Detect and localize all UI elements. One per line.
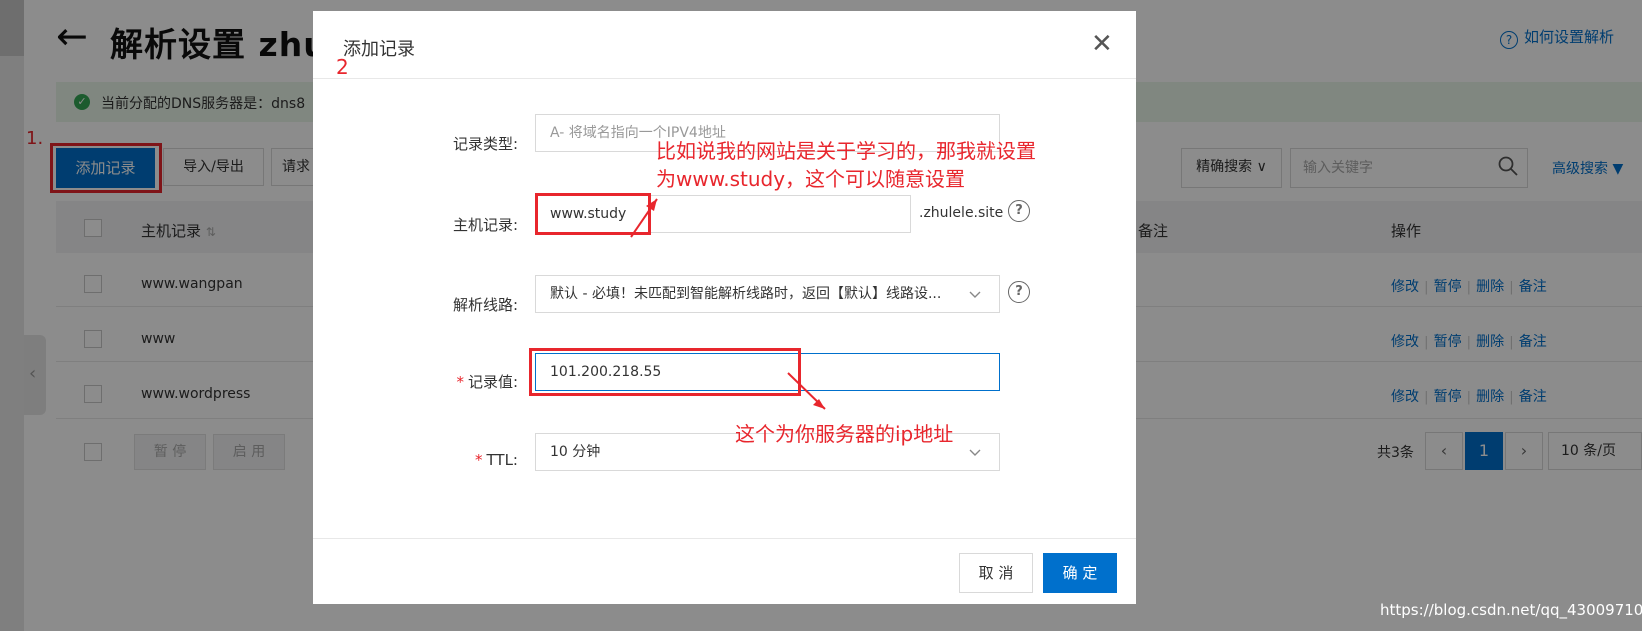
annotation-arrows	[630, 198, 826, 410]
cancel-button[interactable]: 取 消	[959, 553, 1033, 593]
confirm-button[interactable]: 确 定	[1043, 553, 1117, 593]
watermark: https://blog.csdn.net/qq_43009710	[1380, 601, 1642, 619]
add-record-dialog: 添加记录 ✕ 2 记录类型: A- 将域名指向一个IPV4地址 主机记录: ww…	[313, 11, 1136, 604]
dialog-footer-divider	[313, 538, 1136, 539]
